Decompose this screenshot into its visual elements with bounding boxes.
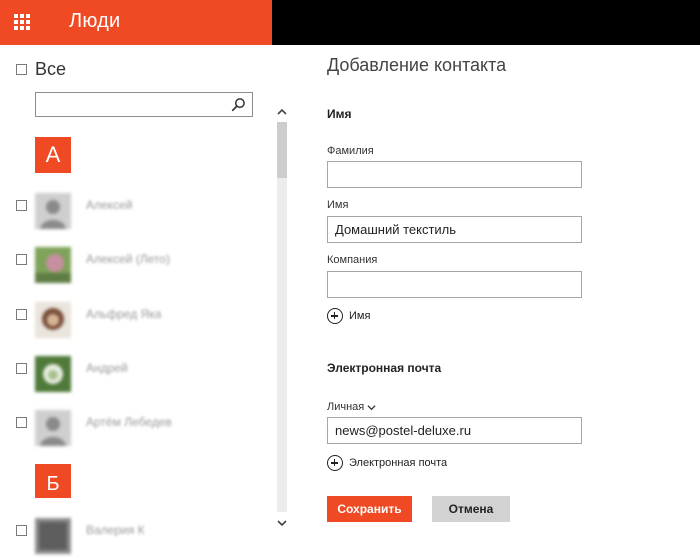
avatar bbox=[35, 410, 71, 446]
app-header: Люди bbox=[0, 0, 272, 45]
email-type-dropdown[interactable]: Личная bbox=[327, 401, 376, 413]
contact-checkbox[interactable] bbox=[16, 200, 27, 211]
select-all-label: Все bbox=[35, 58, 67, 79]
avatar bbox=[35, 518, 71, 554]
chevron-down-icon bbox=[276, 520, 287, 527]
contact-name: Альфред Яка bbox=[86, 307, 162, 321]
top-bar: Люди bbox=[0, 0, 700, 45]
avatar bbox=[35, 247, 71, 283]
avatar bbox=[35, 302, 71, 338]
group-letter-a[interactable]: А bbox=[35, 137, 71, 173]
contact-checkbox[interactable] bbox=[16, 363, 27, 374]
contact-name: Валерия К bbox=[86, 523, 145, 537]
email-section-heading: Электронная почта bbox=[327, 361, 442, 375]
first-name-field[interactable] bbox=[327, 216, 582, 243]
add-name-button[interactable]: Имя bbox=[327, 306, 370, 326]
avatar bbox=[35, 193, 71, 229]
add-name-label: Имя bbox=[349, 310, 371, 322]
app-title: Люди bbox=[69, 10, 121, 32]
contact-list-scrollbar[interactable] bbox=[273, 103, 290, 531]
company-label: Компания bbox=[327, 254, 378, 266]
chevron-up-icon bbox=[276, 108, 287, 115]
plus-circle-icon bbox=[327, 455, 343, 471]
avatar bbox=[35, 356, 71, 392]
contact-checkbox[interactable] bbox=[16, 525, 27, 536]
select-all-checkbox[interactable] bbox=[16, 63, 27, 75]
contact-row[interactable]: Альфред Яка bbox=[16, 302, 266, 342]
scroll-thumb[interactable] bbox=[277, 122, 287, 178]
search-box bbox=[35, 92, 253, 117]
first-name-label: Имя bbox=[327, 199, 349, 211]
email-type-label: Личная bbox=[327, 401, 365, 413]
chevron-down-icon bbox=[367, 404, 376, 410]
email-field[interactable] bbox=[327, 417, 582, 444]
contact-checkbox[interactable] bbox=[16, 309, 27, 320]
last-name-field[interactable] bbox=[327, 161, 582, 188]
cancel-button[interactable]: Отмена bbox=[432, 496, 510, 522]
contact-row[interactable]: Алексей (Лето) bbox=[16, 247, 266, 287]
add-email-label: Электронная почта bbox=[349, 457, 448, 469]
company-field[interactable] bbox=[327, 271, 582, 298]
apps-grid-icon bbox=[14, 14, 30, 30]
save-button[interactable]: Сохранить bbox=[327, 496, 412, 522]
contact-row[interactable]: Алексей bbox=[16, 193, 266, 233]
scroll-up-button[interactable] bbox=[273, 103, 290, 120]
contact-row[interactable]: Андрей bbox=[16, 356, 266, 396]
contact-checkbox[interactable] bbox=[16, 417, 27, 428]
contact-row[interactable]: Валерия К bbox=[16, 518, 266, 558]
contact-row[interactable]: Артём Лебедев bbox=[16, 410, 266, 450]
name-section-heading: Имя bbox=[327, 107, 352, 121]
contact-name: Артём Лебедев bbox=[86, 415, 172, 429]
search-icon[interactable] bbox=[231, 97, 246, 112]
contact-name: Алексей (Лето) bbox=[86, 252, 170, 266]
contact-name: Андрей bbox=[86, 361, 128, 375]
group-letter-b[interactable]: Б bbox=[35, 464, 71, 498]
contact-name: Алексей bbox=[86, 198, 133, 212]
search-input[interactable] bbox=[40, 94, 230, 115]
add-email-button[interactable]: Электронная почта bbox=[327, 453, 447, 473]
apps-button[interactable] bbox=[0, 0, 45, 45]
contact-checkbox[interactable] bbox=[16, 254, 27, 265]
scroll-down-button[interactable] bbox=[273, 514, 290, 531]
plus-circle-icon bbox=[327, 308, 343, 324]
select-all[interactable]: Все bbox=[16, 58, 66, 80]
page-title: Добавление контакта bbox=[327, 55, 507, 75]
scroll-track[interactable] bbox=[277, 122, 287, 512]
last-name-label: Фамилия bbox=[327, 145, 374, 157]
